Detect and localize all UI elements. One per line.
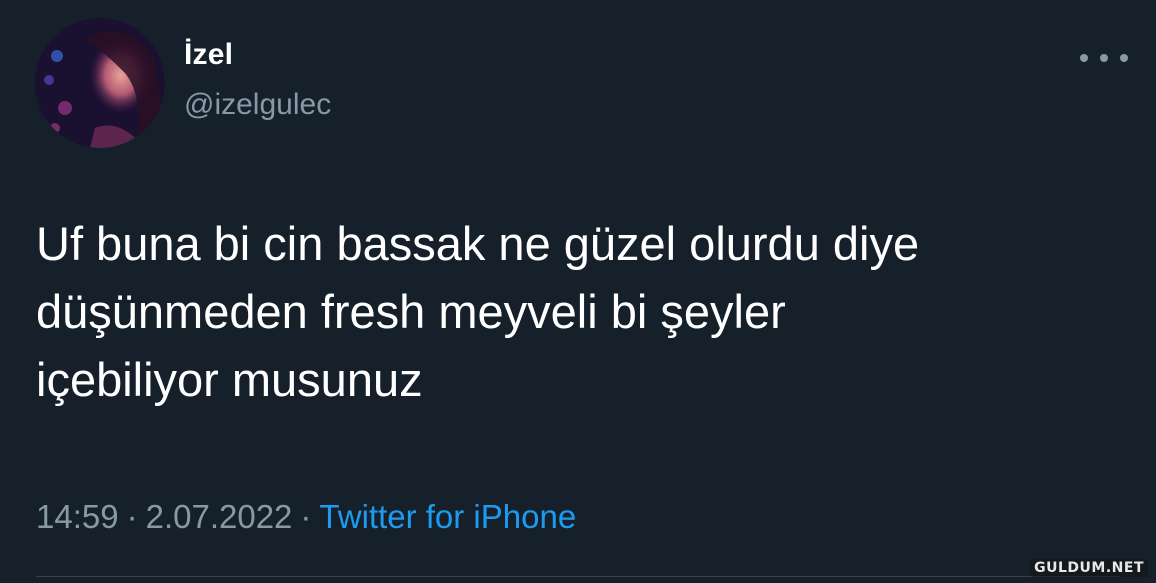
watermark: GULDUM.NET <box>1030 559 1148 577</box>
more-horizontal-icon <box>1100 54 1108 62</box>
tweet-time[interactable]: 14:59 <box>36 498 119 535</box>
tweet-text: Uf buna bi cin bassak ne güzel olurdu di… <box>36 210 1126 414</box>
more-horizontal-icon <box>1120 54 1128 62</box>
tweet-metadata: 14:59 · 2.07.2022 · Twitter for iPhone <box>36 498 576 536</box>
tweet-text-line: Uf buna bi cin bassak ne güzel olurdu di… <box>36 217 920 270</box>
divider <box>36 576 1120 577</box>
more-options-button[interactable] <box>1080 46 1128 70</box>
more-horizontal-icon <box>1080 54 1088 62</box>
avatar-photo <box>35 18 165 148</box>
tweet-source-link[interactable]: Twitter for iPhone <box>319 498 576 535</box>
tweet-date[interactable]: 2.07.2022 <box>146 498 293 535</box>
meta-separator: · <box>300 498 312 535</box>
avatar[interactable] <box>35 18 165 148</box>
tweet-card: İzel @izelgulec Uf buna bi cin bassak ne… <box>0 0 1156 583</box>
tweet-text-line: düşünmeden fresh meyveli bi şeyler <box>36 285 786 338</box>
tweet-text-line: içebiliyor musunuz <box>36 353 423 406</box>
user-handle[interactable]: @izelgulec <box>184 88 331 122</box>
meta-separator: · <box>126 498 138 535</box>
display-name[interactable]: İzel <box>184 38 233 72</box>
